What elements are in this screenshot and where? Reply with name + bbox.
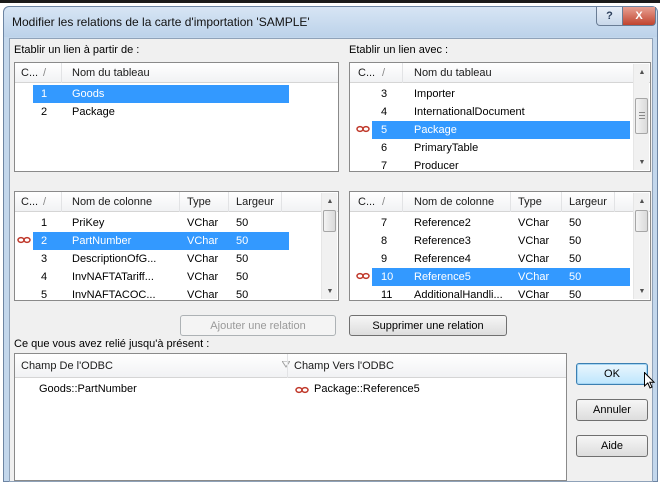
mouse-pointer-icon	[644, 372, 655, 389]
chain-link-icon	[356, 272, 370, 280]
dialog-client-area: Etablir un lien à partir de : C... / Nom…	[9, 38, 655, 482]
column-header-table-name[interactable]: Nom du tableau	[414, 67, 492, 79]
remove-relation-button[interactable]: Supprimer une relation	[349, 315, 507, 336]
table-header: C... / Nom de colonne Type Largeur	[350, 192, 650, 212]
column-header-column-name[interactable]: Nom de colonne	[414, 196, 494, 208]
column-header-number[interactable]: C...	[21, 67, 38, 79]
target-tables-list[interactable]: C... / Nom du tableau 3 Importer 4 Inter…	[349, 62, 651, 172]
list-item[interactable]: Goods::PartNumber Package::Reference5	[15, 380, 566, 398]
screen-top-edge	[0, 0, 660, 3]
link-from-label: Etablir un lien à partir de :	[14, 44, 140, 56]
scroll-thumb[interactable]	[323, 210, 336, 232]
vertical-scrollbar[interactable]: ▲ ▼	[633, 193, 649, 299]
list-item[interactable]: 3 Importer	[372, 85, 630, 103]
scroll-down-icon[interactable]: ▼	[322, 283, 338, 299]
column-header-column-name[interactable]: Nom de colonne	[72, 196, 152, 208]
list-item[interactable]: 1 Goods	[33, 85, 289, 103]
table-row[interactable]: 1 PriKey VChar 50	[33, 214, 289, 232]
table-row[interactable]: 10 Reference5 VChar 50	[372, 268, 630, 286]
table-row[interactable]: 9 Reference4 VChar 50	[372, 250, 630, 268]
scroll-thumb[interactable]	[635, 98, 648, 134]
close-button[interactable]: X	[622, 7, 656, 26]
column-header-type[interactable]: Type	[518, 196, 542, 208]
column-header-from-field[interactable]: Champ De l'ODBC	[21, 360, 113, 372]
relations-list[interactable]: Champ De l'ODBC Champ Vers l'ODBC Goods:…	[14, 353, 567, 481]
target-columns-table[interactable]: C... / Nom de colonne Type Largeur 7 Ref…	[349, 191, 651, 301]
table-row[interactable]: 8 Reference3 VChar 50	[372, 232, 630, 250]
column-header-to-field[interactable]: Champ Vers l'ODBC	[294, 360, 394, 372]
column-header-table-name[interactable]: Nom du tableau	[72, 67, 150, 79]
sort-indicator: /	[382, 196, 386, 208]
cancel-button[interactable]: Annuler	[576, 399, 648, 421]
column-header-type[interactable]: Type	[187, 196, 211, 208]
chain-link-icon	[17, 236, 31, 244]
list-header: Champ De l'ODBC Champ Vers l'ODBC	[15, 354, 566, 378]
list-item[interactable]: 7 Producer	[372, 157, 630, 171]
add-relation-button[interactable]: Ajouter une relation	[180, 315, 336, 336]
source-columns-table[interactable]: C... / Nom de colonne Type Largeur 1 Pri…	[14, 191, 339, 301]
table-row[interactable]: 4 InvNAFTATariff... VChar 50	[33, 268, 289, 286]
table-row[interactable]: 11 AdditionalHandli... VChar 50	[372, 286, 630, 300]
column-header-number[interactable]: C...	[358, 67, 375, 79]
sort-indicator: /	[43, 67, 47, 79]
column-header-number[interactable]: C...	[21, 196, 38, 208]
ok-button[interactable]: OK	[576, 363, 648, 385]
link-to-label: Etablir un lien avec :	[349, 44, 449, 56]
vertical-scrollbar[interactable]: ▲ ▼	[633, 64, 649, 170]
sort-arrow-icon	[282, 361, 290, 368]
sort-indicator: /	[382, 67, 386, 79]
table-row[interactable]: 5 InvNAFTACOC... VChar 50	[33, 286, 289, 300]
chain-link-icon	[295, 386, 309, 394]
dialog-window: Modifier les relations de la carte d'imp…	[3, 6, 658, 482]
source-tables-list[interactable]: C... / Nom du tableau 1 Goods 2 Package	[14, 62, 339, 172]
table-row[interactable]: 7 Reference2 VChar 50	[372, 214, 630, 232]
list-header: C... / Nom du tableau	[350, 63, 650, 83]
title-bar[interactable]: Modifier les relations de la carte d'imp…	[4, 7, 657, 37]
vertical-scrollbar[interactable]: ▲ ▼	[321, 193, 337, 299]
scroll-up-icon[interactable]: ▲	[634, 64, 650, 80]
column-header-number[interactable]: C...	[358, 196, 375, 208]
chain-link-icon	[356, 125, 370, 133]
column-header-width[interactable]: Largeur	[236, 196, 274, 208]
scroll-up-icon[interactable]: ▲	[322, 193, 338, 209]
table-header: C... / Nom de colonne Type Largeur	[15, 192, 338, 212]
list-item[interactable]: 4 InternationalDocument	[372, 103, 630, 121]
scroll-thumb[interactable]	[635, 210, 648, 232]
table-row[interactable]: 2 PartNumber VChar 50	[33, 232, 289, 250]
column-header-width[interactable]: Largeur	[569, 196, 607, 208]
list-item[interactable]: 5 Package	[372, 121, 630, 139]
table-row[interactable]: 3 DescriptionOfG... VChar 50	[33, 250, 289, 268]
help-button[interactable]: Aide	[576, 435, 648, 457]
scroll-down-icon[interactable]: ▼	[634, 154, 650, 170]
list-header: C... / Nom du tableau	[15, 63, 338, 83]
scroll-down-icon[interactable]: ▼	[634, 283, 650, 299]
window-title: Modifier les relations de la carte d'imp…	[12, 15, 310, 29]
relations-label: Ce que vous avez relié jusqu'à présent :	[14, 338, 210, 350]
help-icon-button[interactable]: ?	[596, 7, 623, 26]
scroll-up-icon[interactable]: ▲	[634, 193, 650, 209]
list-item[interactable]: 6 PrimaryTable	[372, 139, 630, 157]
list-item[interactable]: 2 Package	[33, 103, 289, 121]
sort-indicator: /	[43, 196, 47, 208]
